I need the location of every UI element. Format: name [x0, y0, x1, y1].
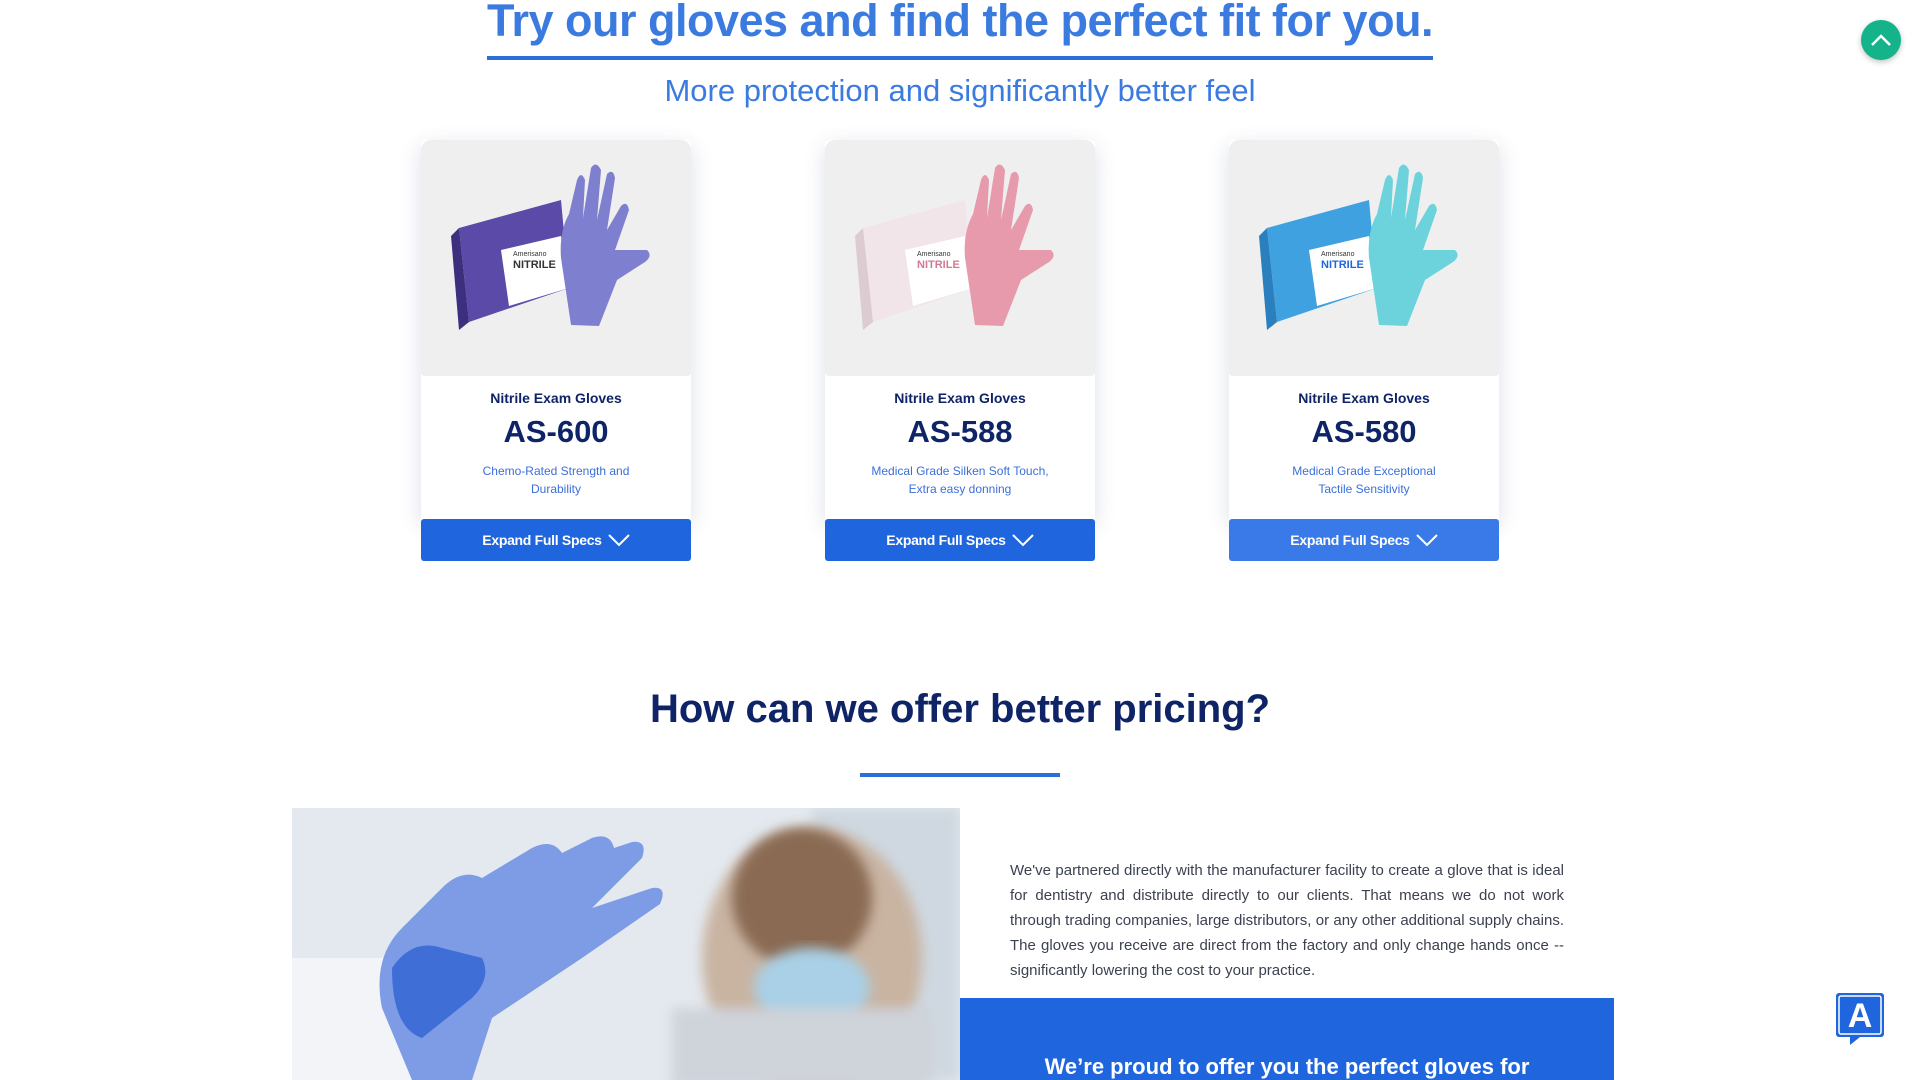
product-model: AS-600: [503, 414, 609, 449]
hero-title-wrap: Try our gloves and find the perfect fit …: [0, 0, 1920, 60]
expand-specs-label: Expand Full Specs: [886, 532, 1006, 548]
product-model: AS-588: [907, 414, 1013, 449]
product-category: Nitrile Exam Gloves: [1298, 390, 1430, 406]
product-category: Nitrile Exam Gloves: [894, 390, 1026, 406]
expand-specs-button[interactable]: Expand Full Specs: [825, 519, 1095, 561]
product-card-as-580: Amerisano NITRILE Nitrile Exam Gloves AS…: [1229, 140, 1499, 561]
product-description: Medical Grade Silken Soft Touch, Extra e…: [871, 464, 1049, 496]
product-image-as-580: Amerisano NITRILE: [1229, 140, 1499, 376]
svg-text:NITRILE: NITRILE: [1321, 259, 1364, 271]
product-card-as-600: Amerisano NITRILE Nitrile Exam Gloves AS…: [421, 140, 691, 561]
expand-specs-label: Expand Full Specs: [482, 532, 602, 548]
pricing-divider: [860, 773, 1060, 777]
scroll-to-top-button[interactable]: [1861, 20, 1901, 60]
promo-panel-text: We’re proud to offer you the perfect glo…: [1044, 1054, 1530, 1079]
product-card-as-588: Amerisano NITRILE Nitrile Exam Gloves AS…: [825, 140, 1095, 561]
expand-specs-button[interactable]: Expand Full Specs: [1229, 519, 1499, 561]
hero-title: Try our gloves and find the perfect fit …: [486, 0, 1434, 60]
chevron-down-icon: [1011, 534, 1034, 547]
chevron-down-icon: [607, 534, 630, 547]
svg-text:A: A: [1848, 997, 1873, 1035]
dentist-gloves-photo: [292, 808, 960, 1080]
product-image-as-588: Amerisano NITRILE: [825, 140, 1095, 376]
svg-text:NITRILE: NITRILE: [917, 259, 960, 271]
expand-specs-button[interactable]: Expand Full Specs: [421, 519, 691, 561]
expand-specs-label: Expand Full Specs: [1290, 532, 1410, 548]
product-model: AS-580: [1311, 414, 1417, 449]
accessibility-button[interactable]: A: [1836, 993, 1884, 1045]
product-category: Nitrile Exam Gloves: [490, 390, 622, 406]
pricing-body: We've partnered directly with the manufa…: [1010, 862, 1564, 979]
product-description: Medical Grade Exceptional Tactile Sensit…: [1292, 464, 1436, 496]
chevron-up-icon: [1871, 34, 1891, 46]
svg-text:NITRILE: NITRILE: [513, 259, 556, 271]
svg-text:Amerisano: Amerisano: [917, 251, 951, 258]
svg-text:Amerisano: Amerisano: [513, 251, 547, 258]
hero-subtitle: More protection and significantly better…: [664, 73, 1256, 108]
product-description: Chemo-Rated Strength and Durability: [482, 464, 630, 496]
product-image-as-600: Amerisano NITRILE: [421, 140, 691, 376]
svg-text:Amerisano: Amerisano: [1321, 251, 1355, 258]
translate-a-icon: A: [1836, 993, 1884, 1045]
chevron-down-icon: [1415, 534, 1438, 547]
pricing-title: How can we offer better pricing?: [649, 687, 1271, 731]
promo-panel: We’re proud to offer you the perfect glo…: [960, 998, 1614, 1080]
